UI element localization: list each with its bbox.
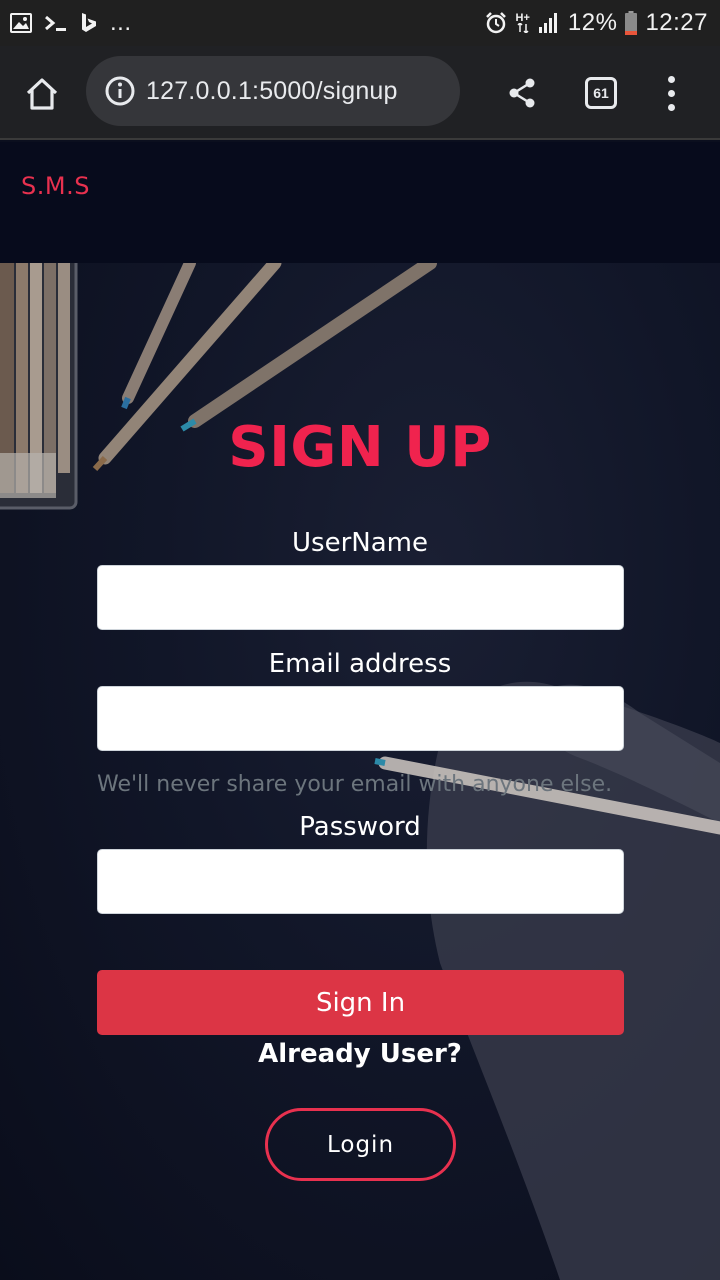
alarm-icon [484,11,508,35]
menu-dot-icon [667,89,675,97]
bing-icon [80,12,98,34]
already-user-text: Already User? [258,1039,462,1069]
email-input[interactable] [97,686,624,751]
page-title: SIGN UP [228,415,492,480]
status-bar-left: ... [10,9,132,37]
site-navbar: S.M.S [0,142,720,263]
address-bar[interactable]: 127.0.0.1:5000/signup [86,56,460,126]
status-bar-right: H+ 12% 12:27 [484,9,708,37]
terminal-icon [44,13,68,33]
url-text[interactable]: 127.0.0.1:5000/signup [146,77,398,106]
menu-dot-icon [667,103,675,111]
sign-in-button[interactable]: Sign In [97,970,624,1035]
username-label: UserName [292,528,428,558]
signup-hero: SIGN UP UserName Email address We'll nev… [0,263,720,1280]
share-button[interactable] [502,73,542,113]
tab-switcher-button[interactable]: 61 [585,77,617,109]
battery-icon [625,11,638,35]
home-button[interactable] [22,74,62,114]
network-type-icon: H+ [516,13,530,33]
browser-toolbar: 127.0.0.1:5000/signup 61 [0,46,720,140]
home-icon [26,78,58,110]
share-icon [509,78,535,108]
signal-icon [538,12,560,34]
clock: 12:27 [645,9,708,36]
password-input[interactable] [97,849,624,914]
battery-percent: 12% [567,9,618,36]
overflow-menu-button[interactable] [654,73,688,113]
more-notifications-icon: ... [110,9,132,36]
username-input[interactable] [97,565,624,630]
email-label: Email address [268,649,452,679]
login-button[interactable]: Login [265,1108,456,1181]
brand-link[interactable]: S.M.S [21,172,90,200]
email-help-text: We'll never share your email with anyone… [97,772,613,797]
status-bar: ... H+ 12% 12:27 [0,0,720,46]
info-icon[interactable] [104,75,136,107]
menu-dot-icon [667,75,675,83]
tab-count: 61 [593,85,609,101]
image-icon [10,13,32,33]
password-label: Password [299,812,421,842]
